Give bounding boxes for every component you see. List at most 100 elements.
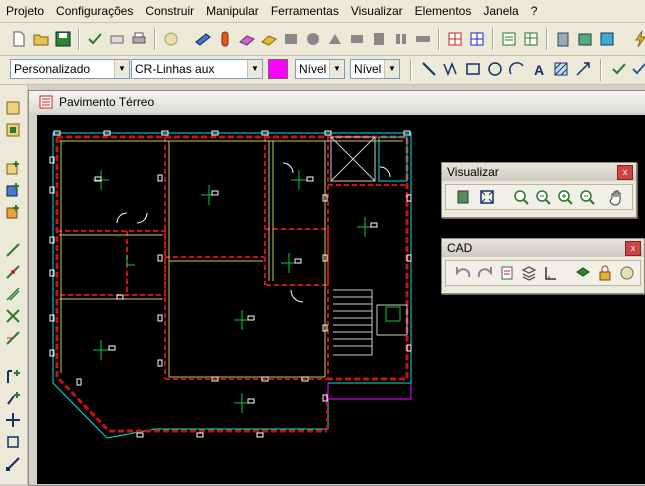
menu-help[interactable]: ? [525,0,544,22]
element-gray-7-icon[interactable] [414,30,432,48]
menu-construir[interactable]: Construir [139,0,200,22]
menu-ferramentas[interactable]: Ferramentas [265,0,345,22]
building-3d-icon[interactable] [576,30,594,48]
zoom-out-icon[interactable] [578,188,596,206]
elevator-box [376,304,408,336]
menu-elementos[interactable]: Elementos [409,0,478,22]
main-toolbar [0,23,645,56]
left-toolbar [0,85,28,484]
slab-icon[interactable] [238,30,256,48]
visualizar-panel-header[interactable]: Visualizar x [442,163,636,181]
rectangle-icon[interactable] [464,60,482,78]
building-icon[interactable] [554,30,572,48]
element-gray-1-icon[interactable] [282,30,300,48]
menu-projeto[interactable]: Projeto [0,0,50,22]
grid-red-icon[interactable] [446,30,464,48]
menu-configuracoes[interactable]: Configurações [50,0,139,22]
stretch-icon[interactable] [4,455,22,473]
color-swatch[interactable] [268,59,288,79]
shaft-box [378,136,408,182]
grid-blue-icon[interactable] [468,30,486,48]
check-icon[interactable] [86,30,104,48]
level-combo-2[interactable]: Nível ▼ [350,59,400,79]
line-tool-4-icon[interactable] [4,329,22,347]
print-icon[interactable] [130,30,148,48]
element-gray-3-icon[interactable] [326,30,344,48]
properties-icon[interactable] [498,264,516,282]
redo-icon[interactable] [476,264,494,282]
chevron-down-icon: ▼ [114,60,129,78]
line-icon[interactable] [420,60,438,78]
hand-icon[interactable] [162,30,180,48]
menu-manipular[interactable]: Manipular [200,0,265,22]
undo-icon[interactable] [454,264,472,282]
style-combo-value: Personalizado [14,62,91,76]
check-snap-icon[interactable] [610,60,628,78]
visualizar-panel: Visualizar x [441,162,637,218]
zoom-in-icon[interactable] [556,188,574,206]
insert-tool-2-icon[interactable] [4,181,22,199]
svg-text:A: A [534,62,544,78]
level-combo-1[interactable]: Nível ▼ [295,59,345,79]
visualizar-panel-title: Visualizar [447,165,499,179]
stair-void-cross [330,136,376,182]
element-gray-2-icon[interactable] [304,30,322,48]
visualizar-button-row [445,184,633,210]
beam-icon[interactable] [194,30,212,48]
line-tool-3-icon[interactable] [4,285,22,303]
open-folder-icon[interactable] [32,30,50,48]
column-tool-icon[interactable] [4,121,22,139]
zoom-window-icon[interactable] [512,188,530,206]
table-icon[interactable] [522,30,540,48]
door-arc-3 [282,162,294,174]
beam-tool-icon[interactable] [4,99,22,117]
lightning-icon[interactable] [632,30,645,48]
hatch-icon[interactable] [552,60,570,78]
element-gray-6-icon[interactable] [392,30,410,48]
layer-freeze-icon[interactable] [618,264,636,282]
select-box-icon[interactable] [4,433,22,451]
menu-janela[interactable]: Janela [477,0,524,22]
cad-close-button[interactable]: x [625,241,641,256]
cad-panel-header[interactable]: CAD x [442,239,644,257]
menu-visualizar[interactable]: Visualizar [345,0,409,22]
snap-icon[interactable] [630,60,645,78]
layer-combo-value: CR-Linhas aux [135,62,215,76]
new-file-icon[interactable] [10,30,28,48]
column-icon[interactable] [216,30,234,48]
element-gray-5-icon[interactable] [370,30,388,48]
layers-icon[interactable] [598,30,616,48]
beam-v2 [268,141,274,281]
style-combo[interactable]: Personalizado ▼ [10,59,130,79]
arc-icon[interactable] [508,60,526,78]
properties-toolbar: Personalizado ▼ CR-Linhas aux ▼ Nível ▼ Nív… [0,56,645,85]
zoom-realtime-icon[interactable] [534,188,552,206]
insert-tool-3-icon[interactable] [4,203,22,221]
line-tool-2-icon[interactable] [4,263,22,281]
line-tool-icon[interactable] [4,241,22,259]
measure-icon[interactable] [542,264,560,282]
layer-manager-icon[interactable] [520,264,538,282]
zoom-extents-icon[interactable] [478,188,496,206]
green-mark-2 [126,255,135,266]
insert-tool-icon[interactable] [4,159,22,177]
element-gray-4-icon[interactable] [348,30,366,48]
layer-combo[interactable]: CR-Linhas aux ▼ [131,59,263,79]
3d-view-icon[interactable] [454,188,472,206]
dimension-icon[interactable] [574,60,592,78]
circle-icon[interactable] [486,60,504,78]
report-icon[interactable] [500,30,518,48]
layer-lock-icon[interactable] [596,264,614,282]
pan-hand-icon[interactable] [608,188,626,206]
insert-text-icon[interactable] [4,367,22,385]
text-icon[interactable]: A [530,60,548,78]
cross-tool-icon[interactable] [4,307,22,325]
polyline-icon[interactable] [442,60,460,78]
eraser-icon[interactable] [108,30,126,48]
move-icon[interactable] [4,411,22,429]
foundation-icon[interactable] [260,30,278,48]
visualizar-close-button[interactable]: x [617,165,633,180]
save-icon[interactable] [54,30,72,48]
layer-on-icon[interactable] [574,264,592,282]
insert-point-icon[interactable] [4,389,22,407]
